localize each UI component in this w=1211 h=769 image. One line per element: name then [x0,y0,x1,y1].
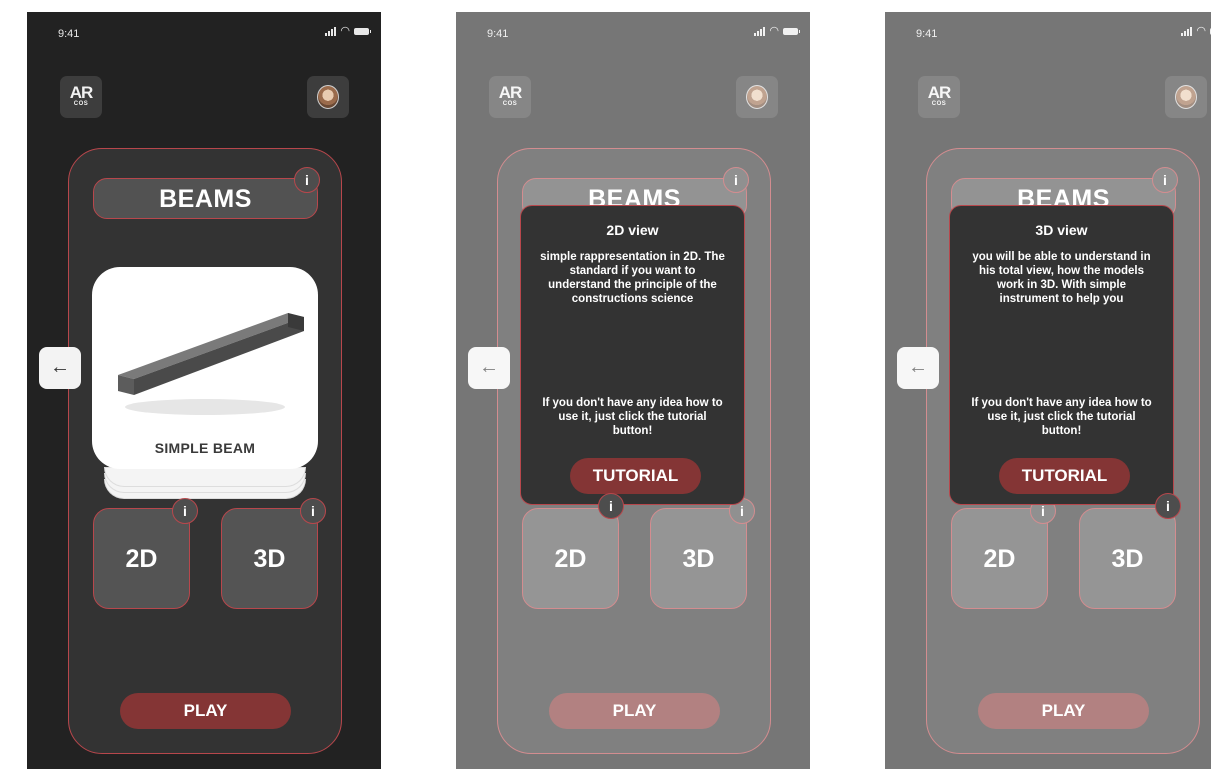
app-logo[interactable]: AR COS [60,76,102,118]
tutorial-button[interactable]: TUTORIAL [570,458,701,494]
logo-text-ar: AR [69,83,94,102]
popup-description: simple rappresentation in 2D. The standa… [540,251,725,305]
element-card: BEAMS i SIMPLE BEAM 2D i 3D i PLAY [68,148,342,754]
play-button[interactable]: PLAY [120,693,291,729]
info-icon[interactable]: i [172,498,198,524]
model-label: SIMPLE BEAM [154,440,256,456]
popup-title: 3D view [1035,222,1088,238]
screen-2d-info: 9:41 ◠ AR COS BEAMS i 2D 3D i PLAY ← 2D … [456,12,810,769]
card-stack-layer [104,467,306,487]
element-title-pill: BEAMS i [93,167,320,219]
info-icon[interactable]: i [294,167,320,193]
status-time: 9:41 [58,28,80,40]
popup-help-text: If you don't have any idea how to use it… [971,397,1152,437]
status-icons: ◠ [325,25,371,37]
tutorial-button[interactable]: TUTORIAL [999,458,1130,494]
popup-title: 2D view [606,222,659,238]
info-icon[interactable]: i [598,493,624,519]
beam-image [118,313,304,415]
profile-button[interactable] [307,76,349,118]
screen-3d-info: 9:41 ◠ AR COS BEAMS i 2D i 3D PLAY ← 3D … [885,12,1211,769]
info-popup-2d: 2D view simple rappresentation in 2D. Th… [520,205,745,519]
logo-text-cos: COS [73,101,89,107]
avatar [317,85,339,109]
arrow-left-icon[interactable]: ← [39,347,81,389]
info-popup-3d: 3D view you will be able to understand i… [949,205,1181,519]
info-icon[interactable]: i [300,498,326,524]
popup-description: you will be able to understand in his to… [972,251,1151,305]
mode-3d-label: 3D [253,545,286,573]
model-card-simple-beam[interactable]: SIMPLE BEAM [92,267,318,469]
element-title: BEAMS [159,185,252,213]
mode-2d-label: 2D [125,545,158,573]
screen-default: 9:41 ◠ AR COS BEAMS i SIMPLE BEAM 2D i 3… [27,12,381,769]
mode-3d-button[interactable]: 3D i [221,498,326,609]
mode-2d-button[interactable]: 2D i [93,498,198,609]
popup-help-text: If you don't have any idea how to use it… [542,397,723,437]
model-carousel[interactable]: SIMPLE BEAM [92,267,318,499]
info-icon[interactable]: i [1155,493,1181,519]
wifi-icon: ◠ [340,25,350,37]
cellular-signal-icon [325,27,337,36]
battery-icon [354,28,371,35]
